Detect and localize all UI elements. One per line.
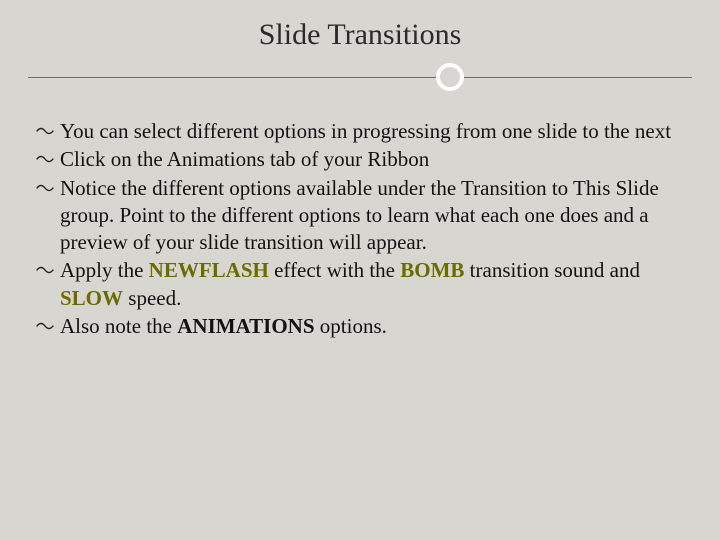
wave-bullet-icon (36, 319, 54, 333)
bullet-text-segment: effect with the (269, 258, 400, 282)
bullet-text-segment: options. (315, 314, 387, 338)
list-item: Apply the NEWFLASH effect with the BOMB … (36, 257, 684, 312)
divider-line (28, 77, 692, 78)
wave-bullet-icon (36, 181, 54, 195)
bullet-text-segment: ANIMATIONS (177, 314, 314, 338)
wave-bullet-icon (36, 152, 54, 166)
wave-bullet-icon (36, 263, 54, 277)
bullet-text-segment: transition sound and (464, 258, 640, 282)
title-divider (28, 62, 692, 92)
bullet-text-segment: Notice the different options available u… (60, 176, 659, 255)
bullet-text-segment: Click on the Animations tab of your Ribb… (60, 147, 429, 171)
list-item: You can select different options in prog… (36, 118, 684, 145)
bullet-text-segment: BOMB (400, 258, 464, 282)
slide: Slide Transitions You can select differe… (0, 0, 720, 540)
bullet-text-segment: Apply the (60, 258, 149, 282)
divider-circle-icon (436, 63, 464, 91)
list-item: Notice the different options available u… (36, 175, 684, 257)
list-item: Also note the ANIMATIONS options. (36, 313, 684, 340)
slide-title: Slide Transitions (28, 18, 692, 52)
bullet-text-segment: SLOW (60, 286, 123, 310)
title-area: Slide Transitions (28, 18, 692, 92)
bullet-text-segment: Also note the (60, 314, 177, 338)
list-item: Click on the Animations tab of your Ribb… (36, 146, 684, 173)
bullet-text-segment: speed. (123, 286, 181, 310)
bullet-text-segment: NEWFLASH (149, 258, 269, 282)
bullet-text-segment: You can select different options in prog… (60, 119, 671, 143)
bullet-list: You can select different options in prog… (36, 118, 684, 340)
wave-bullet-icon (36, 124, 54, 138)
content-area: You can select different options in prog… (28, 118, 692, 340)
